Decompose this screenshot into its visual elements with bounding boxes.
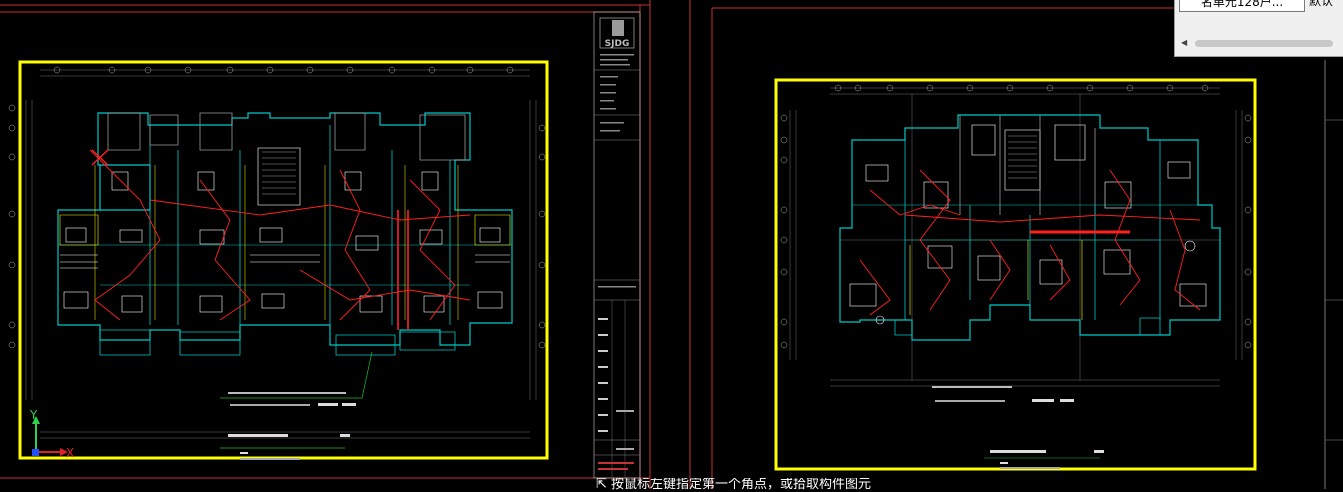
command-prompt-text: 按鼠标左键指定第一个角点，或拾取构件图元 [611, 478, 872, 492]
ucs-y-label: Y [30, 408, 38, 422]
layout-default-cell[interactable]: 默认 [1309, 0, 1343, 10]
cursor-pick-icon: ⇱ [596, 478, 607, 492]
scrollbar-thumb[interactable] [1195, 40, 1333, 47]
ucs-x-label: X [66, 446, 75, 460]
layout-name-cell[interactable]: 名单元128户... [1179, 0, 1305, 12]
titleblock-logo-text: SJDG [605, 39, 630, 49]
command-prompt: ⇱ 按鼠标左键指定第一个角点，或拾取构件图元 [596, 478, 996, 492]
cad-drawing-canvas[interactable]: SJDG [0, 0, 1343, 489]
layout-list-popup[interactable]: 名单元128户... 默认 ◀ [1174, 0, 1343, 57]
scroll-left-icon[interactable]: ◀ [1181, 38, 1187, 48]
horizontal-scrollbar[interactable]: ◀ [1179, 38, 1339, 48]
